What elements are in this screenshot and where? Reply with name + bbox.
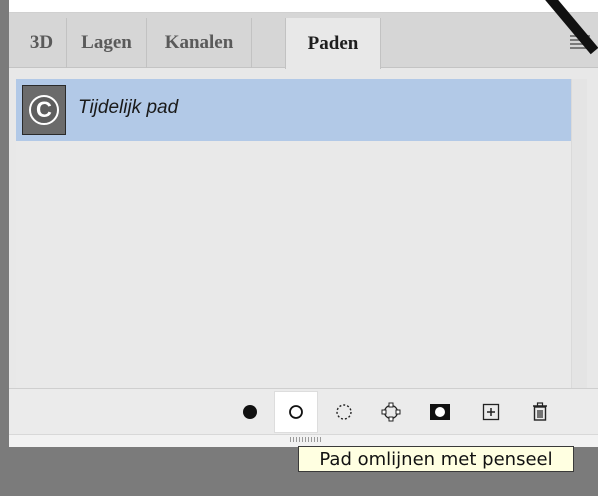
tab-kanalen-label: Kanalen: [164, 32, 234, 53]
make-work-path-icon: [381, 402, 401, 422]
path-name[interactable]: Tijdelijk pad: [78, 97, 178, 119]
paths-list-scrollbar[interactable]: [571, 79, 587, 388]
paths-list: C Tijdelijk pad: [16, 79, 571, 388]
load-as-selection-icon: [336, 404, 352, 420]
delete-path-button[interactable]: [527, 399, 553, 425]
tooltip: Pad omlijnen met penseel: [298, 446, 574, 472]
load-as-selection-button[interactable]: [331, 399, 357, 425]
new-path-icon: [482, 403, 500, 421]
panel-tab-bar: 3D Lagen Kanalen Paden: [9, 13, 598, 69]
paths-panel: 3D Lagen Kanalen Paden C Tijdelijk pad: [9, 12, 598, 447]
path-row-tijdelijk-pad[interactable]: C Tijdelijk pad: [16, 79, 571, 141]
stroke-path-icon: [289, 405, 303, 419]
tab-paden[interactable]: Paden: [285, 18, 381, 69]
path-thumbnail-letter: C: [36, 97, 52, 122]
tooltip-text: Pad omlijnen met penseel: [319, 448, 553, 470]
resize-grip-icon[interactable]: [290, 437, 322, 442]
add-mask-icon: [430, 404, 450, 420]
path-thumbnail-circle: C: [29, 95, 59, 125]
stroke-path-button[interactable]: [274, 391, 318, 433]
tab-lagen[interactable]: Lagen: [67, 18, 147, 68]
tab-3d-label: 3D: [29, 32, 54, 53]
tab-kanalen[interactable]: Kanalen: [147, 18, 252, 68]
fill-path-icon: [243, 405, 257, 419]
tab-paden-label: Paden: [307, 32, 359, 54]
add-mask-button[interactable]: [427, 399, 453, 425]
tab-lagen-label: Lagen: [81, 32, 132, 53]
make-work-path-button[interactable]: [378, 399, 404, 425]
delete-path-icon: [533, 402, 547, 421]
desktop-background-left: [0, 0, 9, 496]
new-path-button[interactable]: [478, 399, 504, 425]
fill-path-button[interactable]: [237, 399, 263, 425]
top-strip: [0, 0, 598, 12]
tab-3d[interactable]: 3D: [17, 18, 67, 68]
paths-panel-toolbar: [9, 388, 598, 434]
path-thumbnail: C: [22, 85, 66, 135]
